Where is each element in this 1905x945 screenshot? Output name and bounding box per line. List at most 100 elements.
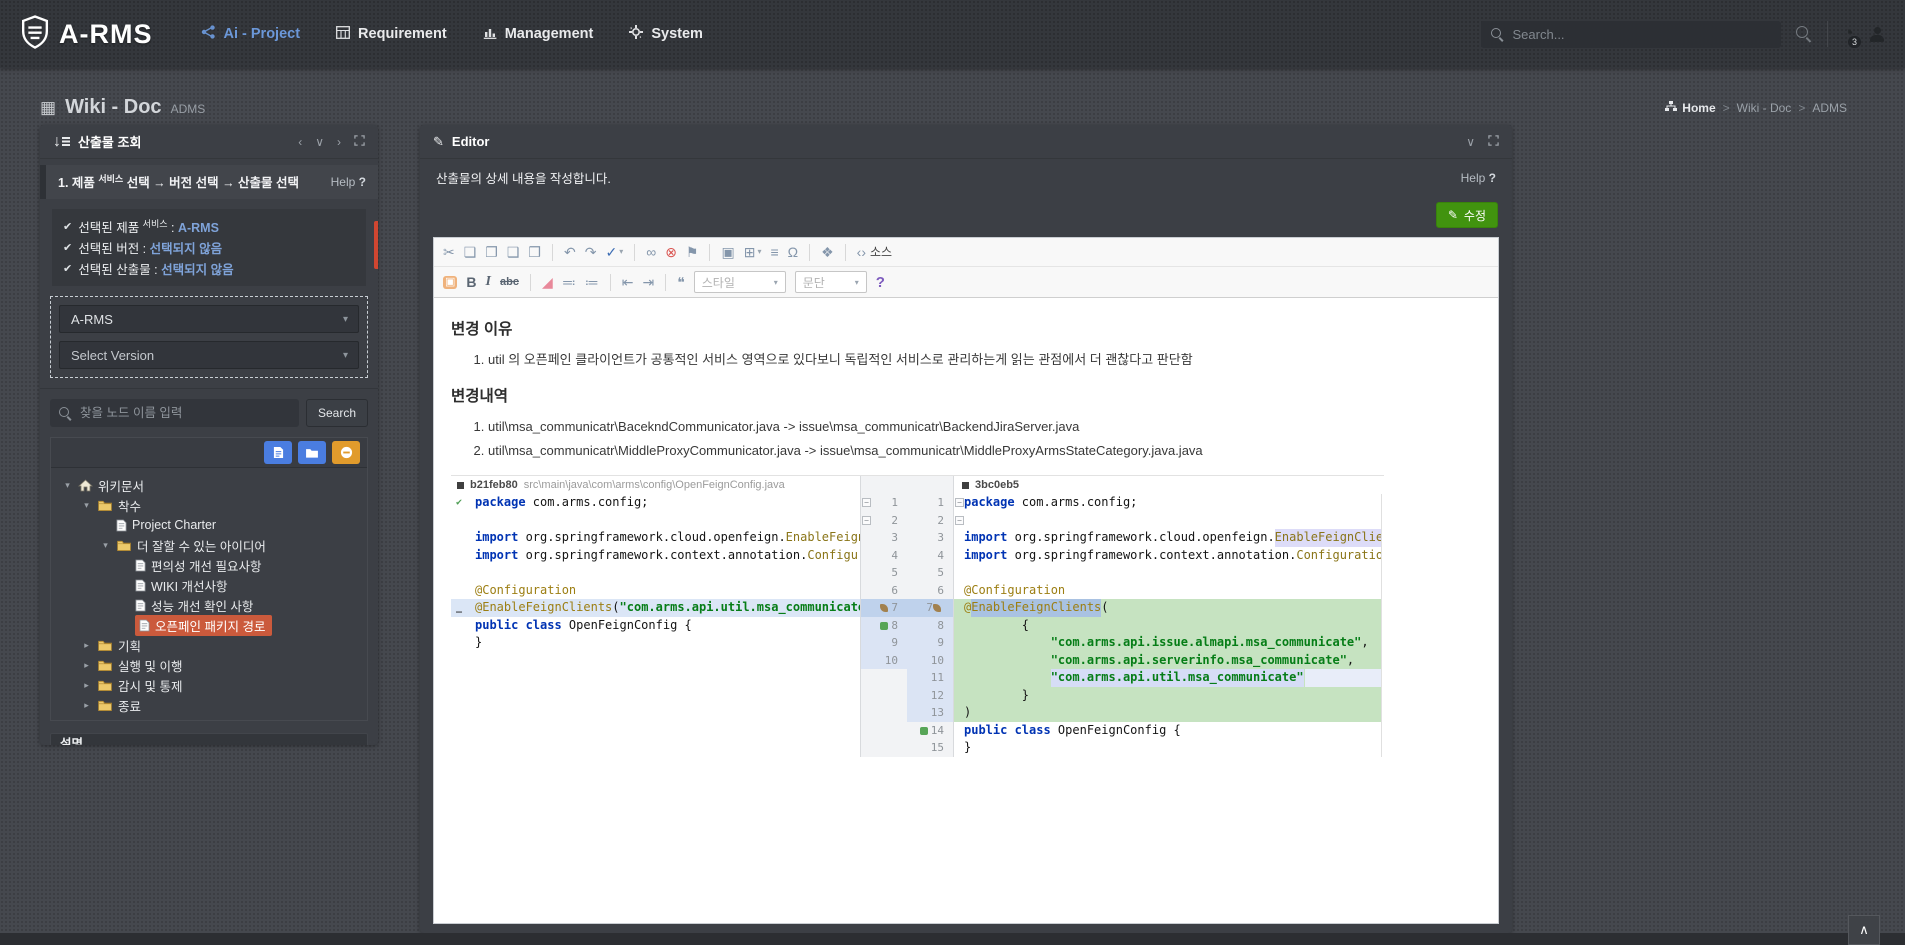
doc-icon (135, 579, 146, 592)
breadcrumb-item-wiki-doc[interactable]: Wiki - Doc (1737, 101, 1792, 115)
chevron-down-icon[interactable]: ∨ (315, 136, 324, 148)
cut-icon[interactable]: ✂ (443, 245, 455, 259)
toolbar-separator (634, 244, 635, 261)
image-icon[interactable]: ▣ (721, 245, 734, 259)
gutter-row: 88 (861, 617, 953, 635)
expander-icon[interactable]: ▸ (81, 700, 92, 711)
tree-item-selected[interactable]: 오픈페인 패키지 경로 (135, 615, 272, 636)
italic-icon[interactable]: I (486, 275, 491, 289)
anchor-icon[interactable]: ⚑ (686, 245, 699, 259)
product-select[interactable]: A-RMS ▾ (59, 305, 359, 333)
brand-logo[interactable]: A-RMS (20, 15, 153, 54)
special-char-icon[interactable]: Ω (788, 245, 798, 259)
style-select[interactable]: 스타일▾ (694, 271, 786, 293)
tree-item[interactable]: ▸실행 및 이행 (56, 655, 362, 675)
copy-icon[interactable]: ❏ (464, 245, 477, 259)
paste-word-icon[interactable]: ❒ (528, 245, 541, 259)
redo-icon[interactable]: ↷ (585, 245, 597, 259)
about-icon[interactable]: ? (876, 275, 885, 290)
outdent-icon[interactable]: ⇤ (622, 275, 634, 289)
chevron-down-icon[interactable]: ∨ (1466, 136, 1475, 148)
nav-item-requirement[interactable]: Requirement (336, 25, 447, 43)
tree-item[interactable]: ▸기획 (56, 635, 362, 655)
table-icon[interactable]: ⊞▾ (744, 245, 762, 259)
strike-icon[interactable]: abc (500, 277, 519, 288)
version-select[interactable]: Select Version ▾ (59, 341, 359, 369)
tree-item[interactable]: WIKI 개선사항 (56, 575, 362, 595)
tree-item[interactable]: ▾착수 (56, 495, 362, 515)
remove-node-button[interactable] (332, 441, 360, 464)
expander-icon[interactable]: ▸ (81, 680, 92, 691)
unordered-list-icon[interactable]: ≔ (585, 275, 599, 289)
ordered-list-icon[interactable]: ≕ (562, 275, 576, 289)
nav-item-management[interactable]: Management (483, 25, 594, 43)
tree-item[interactable]: 성능 개선 확인 사항 (56, 595, 362, 615)
link-icon[interactable]: ∞ (646, 245, 656, 259)
fullscreen-icon[interactable] (354, 135, 365, 148)
notifications-button[interactable]: ◔ 3 (1843, 24, 1854, 44)
line-number (861, 669, 907, 687)
chevron-right-icon[interactable]: › (337, 136, 341, 148)
tree-item[interactable]: 편의성 개선 필요사항 (56, 555, 362, 575)
remove-format-icon[interactable]: ◢ (542, 275, 553, 289)
nav-item-ai-project[interactable]: Ai - Project (201, 25, 301, 43)
fold-icon[interactable]: − (955, 498, 964, 507)
nav-item-system[interactable]: System (629, 25, 703, 43)
node-search-input[interactable] (80, 406, 290, 420)
diff-view: b21feb80 src\main\java\com\arms\config\O… (451, 475, 1384, 757)
check-icon: ✔ (456, 494, 462, 512)
breadcrumb-item-adms[interactable]: ADMS (1812, 101, 1847, 115)
undo-icon[interactable]: ↶ (564, 245, 576, 259)
line-number: 5 (861, 564, 907, 582)
tree-item[interactable]: ▸종료 (56, 695, 362, 715)
tree-item[interactable]: 오픈페인 패키지 경로 (56, 615, 362, 635)
help-link[interactable]: Help ? (1461, 171, 1496, 185)
sitemap-icon (1665, 101, 1677, 115)
nav-item-label: Ai - Project (224, 26, 301, 42)
templates-icon[interactable]: ▣ (443, 276, 457, 289)
description-bar[interactable]: 설명 (50, 733, 368, 745)
code-line: @Configuration (451, 582, 860, 600)
expander-icon[interactable]: ▸ (81, 660, 92, 671)
expander-icon[interactable]: ▾ (62, 480, 73, 491)
spellcheck-icon[interactable]: ✓▾ (605, 245, 623, 259)
expander-icon[interactable]: ▸ (81, 640, 92, 651)
global-search-input[interactable] (1513, 27, 1771, 42)
selected-artifact-value: 선택되지 않음 (161, 263, 233, 277)
chevron-left-icon[interactable]: ‹ (298, 136, 302, 148)
node-search-button[interactable]: Search (306, 399, 368, 427)
tree-item[interactable]: ▾위키문서 (56, 475, 362, 495)
check-icon: ✔ (63, 220, 72, 233)
tree-item[interactable]: ▾더 잘할 수 있는 아이디어 (56, 535, 362, 555)
cursor-marker: _ (456, 599, 462, 617)
help-link[interactable]: Help ? (331, 175, 366, 189)
breadcrumb-home[interactable]: Home (1665, 101, 1715, 115)
indent-icon[interactable]: ⇥ (642, 275, 654, 289)
maximize-icon[interactable]: ❖ (821, 245, 834, 259)
paragraph-select[interactable]: 문단▾ (795, 271, 867, 293)
scroll-top-button[interactable]: ∧ (1848, 915, 1880, 945)
source-icon[interactable]: ‹›소스 (857, 245, 892, 259)
fold-icon[interactable]: − (955, 516, 964, 525)
user-icon[interactable] (1869, 27, 1885, 42)
code-line: − (954, 512, 1381, 530)
unlink-icon[interactable]: ⊗ (665, 245, 677, 259)
search-submit-icon[interactable] (1796, 26, 1812, 42)
fullscreen-icon[interactable] (1488, 135, 1499, 148)
blockquote-icon[interactable]: ❝ (677, 275, 685, 289)
add-folder-button[interactable] (298, 441, 326, 464)
paste-text-icon[interactable]: ❑ (507, 245, 520, 259)
paste-icon[interactable]: ❐ (485, 245, 498, 259)
add-doc-button[interactable] (264, 441, 292, 464)
gutter-row: 13 (861, 704, 953, 722)
gutter-row: 77 (861, 599, 953, 617)
tree-item[interactable]: Project Charter (56, 515, 362, 535)
expander-icon[interactable]: ▾ (100, 540, 111, 551)
bold-icon[interactable]: B (466, 275, 476, 289)
fold-icon[interactable]: − (862, 516, 871, 525)
fold-icon[interactable]: − (862, 498, 871, 507)
tree-item[interactable]: ▸감시 및 통제 (56, 675, 362, 695)
edit-button[interactable]: ✎ 수정 (1436, 202, 1498, 228)
expander-icon[interactable]: ▾ (81, 500, 92, 511)
horizontal-line-icon[interactable]: ≡ (770, 245, 778, 259)
